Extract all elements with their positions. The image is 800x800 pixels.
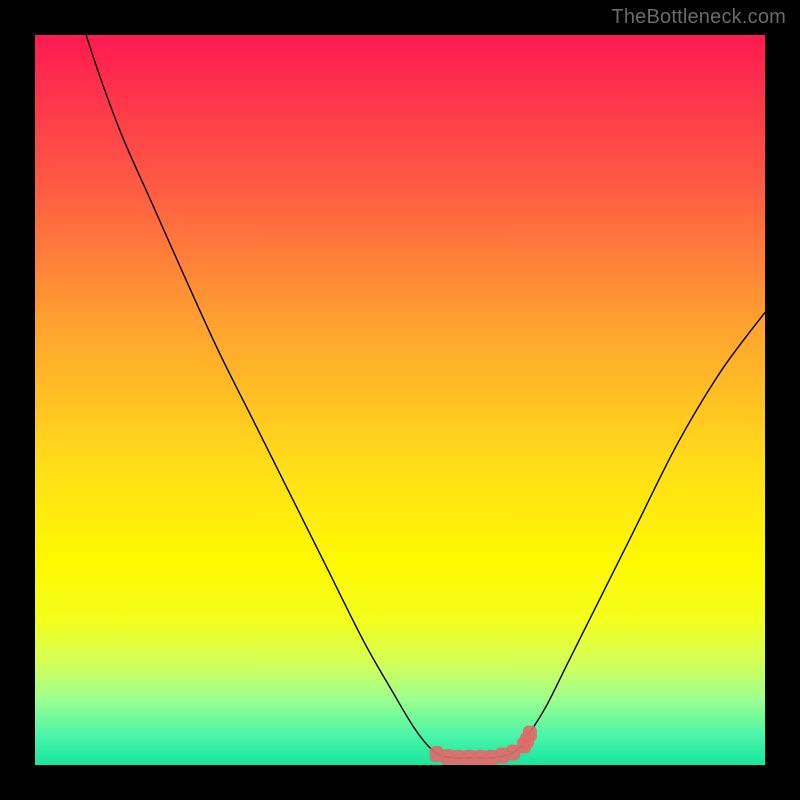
plot-area bbox=[35, 35, 765, 765]
chart-frame: TheBottleneck.com bbox=[0, 0, 800, 800]
gradient-background bbox=[35, 35, 765, 765]
effective-point bbox=[523, 726, 537, 742]
watermark-text: TheBottleneck.com bbox=[611, 6, 786, 29]
plot-svg bbox=[35, 35, 765, 765]
